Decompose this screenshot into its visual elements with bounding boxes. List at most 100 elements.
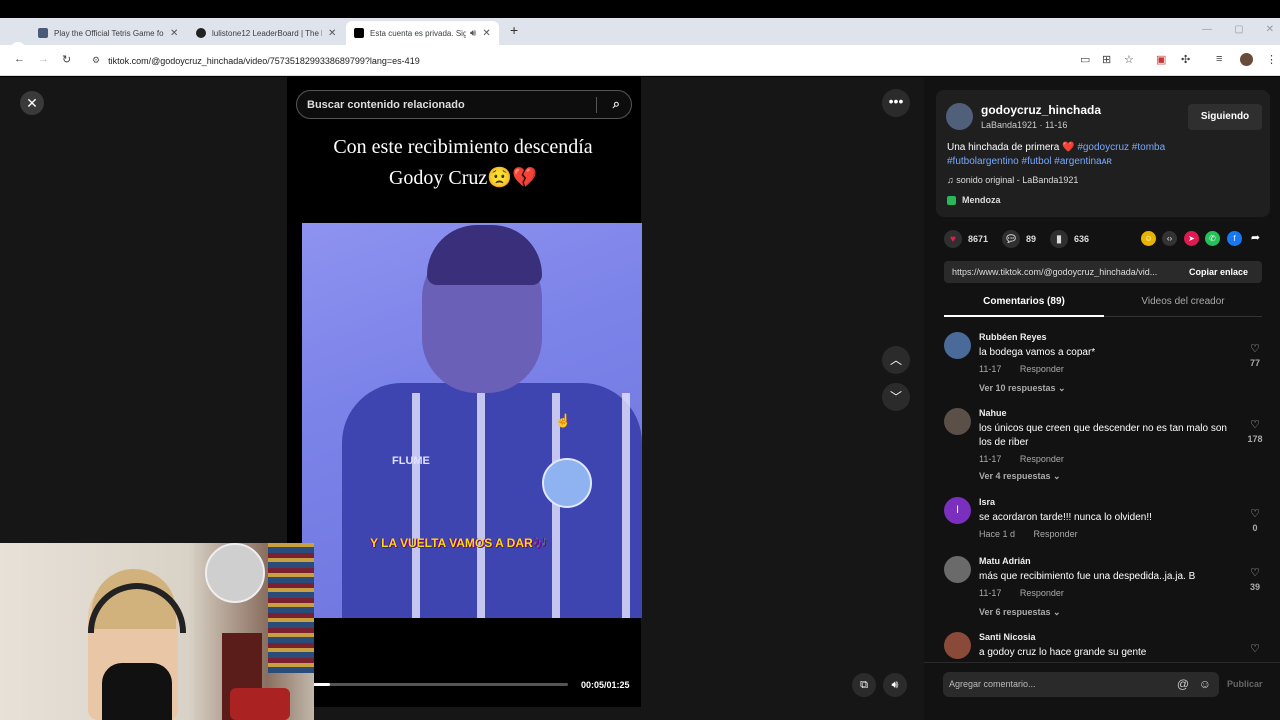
comment-input[interactable]: Agregar comentario... @ ☺ [943, 672, 1219, 697]
commenter-avatar[interactable] [944, 332, 971, 359]
hashtags[interactable]: #godoycruz #tomba [1077, 142, 1165, 153]
close-tab-icon[interactable]: ✕ [328, 28, 336, 39]
streamer-top [102, 663, 172, 720]
commenter-avatar[interactable] [944, 408, 971, 435]
location-line[interactable]: Mendoza [947, 195, 1001, 205]
like-heart-icon[interactable]: ♥ [944, 230, 962, 248]
commenter-name[interactable]: Matu Adrián [979, 556, 1031, 566]
post-link[interactable]: https://www.tiktok.com/@godoycruz_hincha… [952, 267, 1177, 277]
more-icon[interactable]: ••• [882, 89, 910, 117]
reply-button[interactable]: Responder [1020, 364, 1064, 374]
video-frame[interactable]: FLUME [302, 223, 642, 618]
cast-icon[interactable]: ▭ [1080, 53, 1090, 66]
chevron-up-icon[interactable]: ︿ [882, 346, 910, 374]
facebook-icon[interactable]: f [1227, 231, 1242, 246]
commenter-avatar[interactable] [944, 556, 971, 583]
commenter-name[interactable]: Rubbéen Reyes [979, 332, 1047, 342]
comment-like-count: 39 [1249, 582, 1260, 592]
video-time: 00:05/01:25 [581, 680, 630, 690]
stripe [622, 393, 630, 618]
like-heart-icon[interactable]: ♡ [1246, 642, 1264, 655]
author-username[interactable]: godoycruz_hinchada [981, 103, 1101, 117]
commenter-avatar[interactable] [944, 632, 971, 659]
close-tab-icon[interactable]: ✕ [170, 28, 178, 39]
menu-icon[interactable]: ⋮ [1266, 53, 1277, 66]
site-info-icon[interactable]: ⚙ [92, 55, 100, 66]
bookmark-icon[interactable]: ▮ [1050, 230, 1069, 248]
tab-title: lulistone12 LeaderBoard | The l [212, 28, 322, 38]
profile-avatar[interactable] [1240, 53, 1253, 66]
back-icon[interactable]: ← [14, 53, 25, 65]
browser-tab-active[interactable]: Esta cuenta es privada. Sigu 🔊︎ ✕ [346, 21, 499, 45]
comment-meta: 11-17 Responder [979, 364, 1080, 374]
url-text: tiktok.com/@godoycruz_hinchada/video/757… [108, 55, 420, 66]
close-tab-icon[interactable]: ✕ [482, 28, 490, 39]
close-window-icon[interactable]: ✕ [1266, 24, 1274, 35]
translate-icon[interactable]: ⊞ [1102, 53, 1111, 66]
following-button[interactable]: Siguiendo [1188, 104, 1262, 130]
tiktok-favicon-icon [354, 28, 364, 38]
new-tab-icon[interactable]: + [510, 22, 518, 38]
like-heart-icon[interactable]: ♡ [1246, 566, 1264, 579]
author-subtitle: LaBanda1921 · 11-16 [981, 120, 1068, 130]
author-avatar[interactable] [946, 103, 973, 130]
emoji-icon[interactable]: ☺ [1199, 672, 1211, 697]
view-replies-button[interactable]: Ver 10 respuestas ⌄ [979, 383, 1066, 394]
comment-date: 11-17 [979, 364, 1002, 374]
comment-placeholder: Agregar comentario... [949, 679, 1036, 689]
chevron-down-icon[interactable]: ﹀ [882, 383, 910, 411]
view-replies-button[interactable]: Ver 6 respuestas ⌄ [979, 607, 1061, 618]
publish-button[interactable]: Publicar [1227, 679, 1263, 689]
forward-icon[interactable]: → [38, 53, 49, 65]
whatsapp-icon[interactable]: ✆ [1205, 231, 1220, 246]
like-heart-icon[interactable]: ♡ [1246, 507, 1264, 520]
like-heart-icon[interactable]: ♡ [1246, 342, 1264, 355]
speaker-icon[interactable]: 🔊︎ [470, 28, 476, 39]
repost-icon[interactable]: ☺ [1141, 231, 1156, 246]
commenter-name[interactable]: Nahue [979, 408, 1007, 418]
commenter-name[interactable]: Santi Nicosia [979, 632, 1036, 642]
commenter-name[interactable]: Isra [979, 497, 995, 507]
hair [427, 225, 542, 285]
jersey [342, 383, 642, 618]
reload-icon[interactable]: ↻ [62, 53, 71, 66]
browser-tab[interactable]: Play the Official Tetris Game fo ✕ [30, 21, 186, 45]
search-icon[interactable]: ⌕ [613, 96, 620, 112]
video-progress-bar[interactable] [313, 683, 568, 686]
tab-title: Play the Official Tetris Game fo [54, 28, 164, 38]
close-icon[interactable]: ✕ [20, 91, 44, 115]
tab-comments[interactable]: Comentarios (89) [944, 296, 1104, 317]
copy-link-button[interactable]: Copiar enlace [1189, 267, 1248, 277]
send-icon[interactable]: ➤ [1184, 231, 1199, 246]
comment-icon[interactable]: 💬︎ [1002, 230, 1021, 248]
reply-button[interactable]: Responder [1020, 588, 1064, 598]
reply-button[interactable]: Responder [1034, 529, 1078, 539]
reply-button[interactable]: Responder [1020, 454, 1064, 464]
extensions-puzzle-icon[interactable]: ✣ [1181, 53, 1190, 66]
commenter-avatar[interactable]: I [944, 497, 971, 524]
pip-icon[interactable]: ⧉ [852, 673, 876, 697]
media-control-icon[interactable]: ≡ [1216, 53, 1222, 65]
like-heart-icon[interactable]: ♡ [1246, 418, 1264, 431]
maximize-icon[interactable]: ▢ [1234, 24, 1243, 35]
music-line[interactable]: ♫ sonido original - LaBanda1921 [947, 175, 1078, 185]
mouse-cursor-icon: ☝ [555, 413, 572, 428]
url-field[interactable]: ⚙ tiktok.com/@godoycruz_hinchada/video/7… [86, 50, 1106, 71]
comment-date: 11-17 [979, 588, 1002, 598]
music-title: sonido original - LaBanda1921 [956, 175, 1079, 185]
hashtags[interactable]: #futbolargentino #futbol #argentinaᴀʀ [947, 156, 1112, 167]
extension-icon[interactable]: ▣ [1156, 53, 1166, 66]
github-favicon-icon [196, 28, 206, 38]
share-arrow-icon[interactable]: ➦ [1248, 231, 1263, 246]
view-replies-button[interactable]: Ver 4 respuestas ⌄ [979, 471, 1061, 482]
browser-tab[interactable]: lulistone12 LeaderBoard | The l ✕ [188, 21, 344, 45]
tab-creator-videos[interactable]: Videos del creador [1104, 296, 1262, 307]
tab-strip: ⌄ Play the Official Tetris Game fo ✕ lul… [0, 18, 1280, 58]
comment-text: los únicos que creen que descender no es… [979, 423, 1227, 448]
minimize-icon[interactable]: — [1202, 24, 1212, 35]
bookmark-star-icon[interactable]: ☆ [1124, 53, 1134, 66]
related-search-input[interactable]: Buscar contenido relacionado ⌕ [296, 90, 632, 119]
volume-icon[interactable]: 🔊︎ [883, 673, 907, 697]
embed-icon[interactable]: ‹› [1162, 231, 1177, 246]
mention-icon[interactable]: @ [1177, 672, 1189, 697]
